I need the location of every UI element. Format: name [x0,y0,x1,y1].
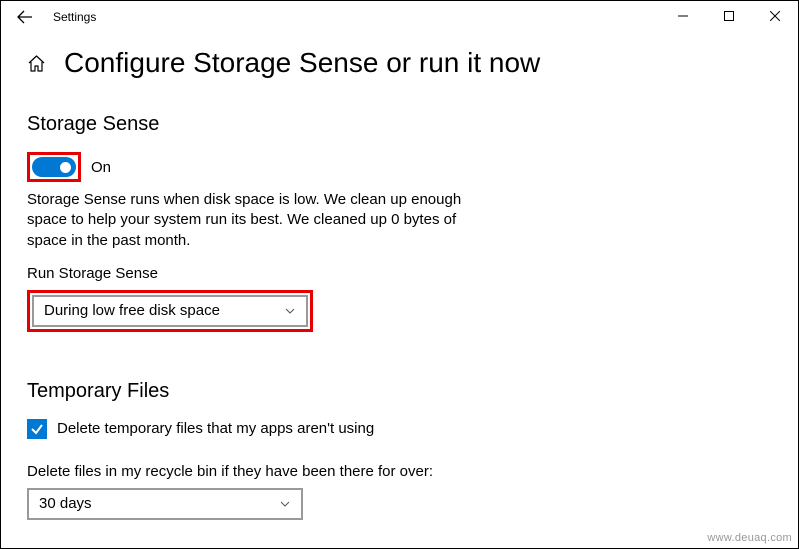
toggle-state-label: On [91,159,111,176]
highlight-toggle [27,152,81,182]
page-title: Configure Storage Sense or run it now [64,47,540,79]
chevron-down-icon [279,498,291,510]
close-button[interactable] [752,1,798,31]
chevron-down-icon [284,305,296,317]
delete-temp-files-label: Delete temporary files that my apps aren… [57,420,374,437]
temporary-files-heading: Temporary Files [27,380,772,403]
highlight-select: During low free disk space [27,290,313,332]
toggle-thumb [60,162,71,173]
storage-sense-description: Storage Sense runs when disk space is lo… [27,190,467,251]
run-storage-sense-label: Run Storage Sense [27,265,772,282]
storage-sense-toggle[interactable] [32,157,76,177]
maximize-button[interactable] [706,1,752,31]
run-select-value: During low free disk space [44,302,220,319]
recycle-bin-label: Delete files in my recycle bin if they h… [27,463,772,480]
storage-sense-heading: Storage Sense [27,113,772,136]
maximize-icon [724,11,734,21]
recycle-select-value: 30 days [39,495,92,512]
home-icon[interactable] [27,54,46,73]
window-title: Settings [53,10,96,24]
check-icon [30,422,44,436]
delete-temp-files-checkbox[interactable] [27,419,47,439]
watermark: www.deuaq.com [707,532,792,544]
minimize-button[interactable] [660,1,706,31]
close-icon [770,11,780,21]
back-button[interactable] [15,7,35,27]
arrow-left-icon [17,10,33,24]
recycle-bin-select[interactable]: 30 days [27,488,303,520]
run-storage-sense-select[interactable]: During low free disk space [32,295,308,327]
minimize-icon [678,11,688,21]
